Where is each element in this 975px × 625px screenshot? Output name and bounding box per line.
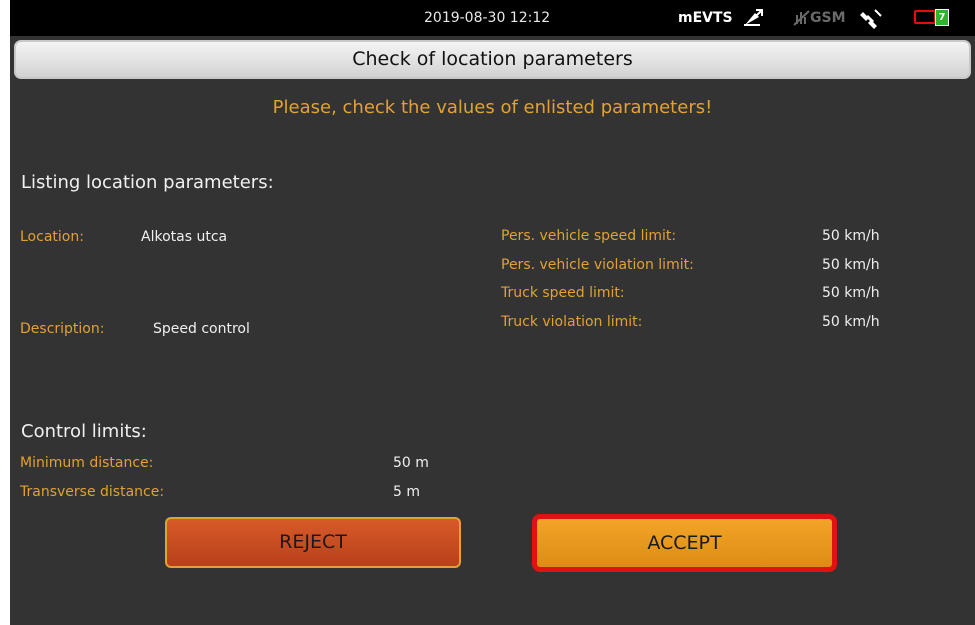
limit-value: 50 km/h <box>822 228 880 244</box>
limit-value: 50 km/h <box>822 285 880 301</box>
accept-button[interactable]: ACCEPT <box>532 514 837 572</box>
limit-label: Truck violation limit: <box>501 314 643 330</box>
minimum-distance-value: 50 m <box>393 455 429 471</box>
status-gsm-label: GSM <box>810 10 846 26</box>
limit-label: Pers. vehicle violation limit: <box>501 257 694 273</box>
location-section-heading: Listing location parameters: <box>21 172 274 193</box>
control-limits-heading: Control limits: <box>21 421 147 442</box>
status-datetime: 2019-08-30 12:12 <box>424 10 551 26</box>
location-value: Alkotas utca <box>141 229 228 245</box>
minimum-distance-label: Minimum distance: <box>20 455 154 471</box>
status-bar: 2019-08-30 12:12 mEVTS GSM 7 <box>10 0 975 36</box>
status-app-name: mEVTS <box>678 10 733 26</box>
description-label: Description: <box>20 321 105 337</box>
page-title: Check of location parameters <box>14 40 971 79</box>
no-gsm-signal-icon <box>793 10 810 26</box>
limit-value: 50 km/h <box>822 257 880 273</box>
warning-message: Please, check the values of enlisted par… <box>272 97 713 118</box>
satellite-icon <box>860 9 882 29</box>
upload-icon <box>744 9 763 26</box>
transverse-distance-value: 5 m <box>393 484 420 500</box>
battery-icon <box>914 10 936 24</box>
limit-label: Pers. vehicle speed limit: <box>501 228 677 244</box>
transverse-distance-label: Transverse distance: <box>20 484 165 500</box>
limit-label: Truck speed limit: <box>501 285 625 301</box>
location-label: Location: <box>20 229 84 245</box>
limit-value: 50 km/h <box>822 314 880 330</box>
device-screen: 2019-08-30 12:12 mEVTS GSM 7 Check of lo… <box>10 0 975 625</box>
battery-level: 7 <box>935 9 949 26</box>
description-value: Speed control <box>153 321 250 337</box>
reject-button[interactable]: REJECT <box>165 517 461 568</box>
